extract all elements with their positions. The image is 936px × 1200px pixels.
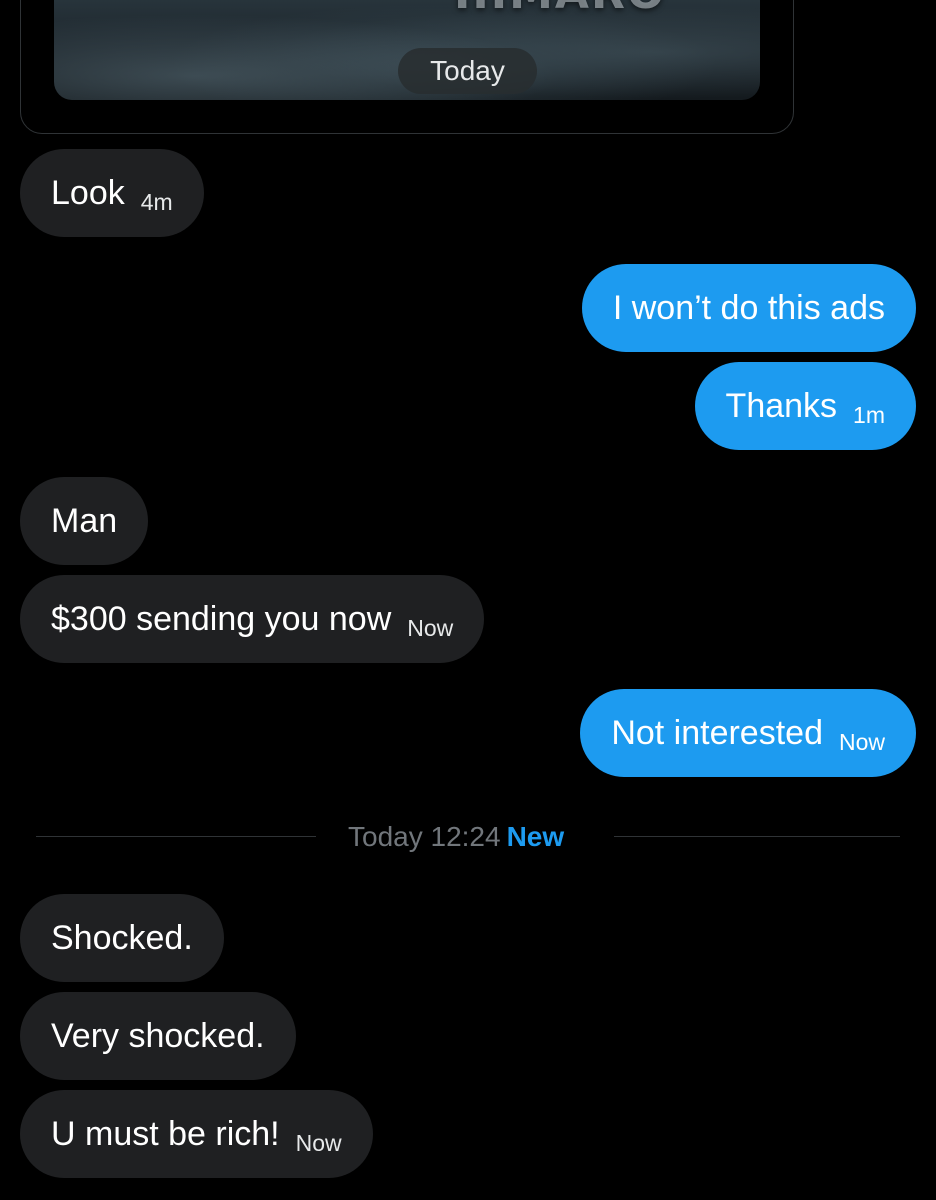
new-messages-divider: Today 12:24 New — [36, 815, 900, 859]
divider-line-right — [614, 836, 900, 837]
date-pill: Today — [398, 48, 537, 94]
message-text: Thanks — [725, 387, 838, 425]
message-timestamp: 4m — [140, 188, 173, 215]
message-bubble-incoming[interactable]: Look 4m — [20, 149, 204, 237]
message-bubble-incoming[interactable]: Shocked. — [20, 894, 224, 982]
message-timestamp: 1m — [853, 401, 885, 428]
message-timestamp: Now — [838, 728, 885, 755]
message-text: Not interested — [611, 714, 823, 752]
message-bubble-outgoing[interactable]: I won’t do this ads — [581, 264, 916, 352]
message-text: $300 sending you now — [51, 600, 392, 638]
message-bubble-incoming[interactable]: U must be rich! Now — [20, 1090, 373, 1178]
message-timestamp: Now — [407, 614, 454, 641]
message-text: U must be rich! — [51, 1115, 280, 1153]
message-text: Shocked. — [51, 919, 193, 957]
message-bubble-outgoing[interactable]: Not interested Now — [580, 689, 916, 777]
new-label: New — [506, 821, 565, 852]
message-text: Look — [51, 174, 125, 212]
message-text: Man — [51, 502, 118, 540]
message-bubble-outgoing[interactable]: Thanks 1m — [694, 362, 916, 450]
message-bubble-incoming[interactable]: Very shocked. — [20, 992, 296, 1080]
divider-label: Today 12:24 New — [348, 815, 564, 859]
divider-line-left — [36, 836, 316, 837]
divider-date: Today 12:24 — [348, 821, 501, 852]
post-media-title: IIIMARO — [454, 0, 666, 19]
message-text: I won’t do this ads — [612, 289, 885, 327]
message-bubble-incoming[interactable]: $300 sending you now Now — [20, 575, 485, 663]
message-timestamp: Now — [295, 1129, 342, 1156]
message-bubble-incoming[interactable]: Man — [20, 477, 149, 565]
message-text: Very shocked. — [51, 1017, 265, 1055]
